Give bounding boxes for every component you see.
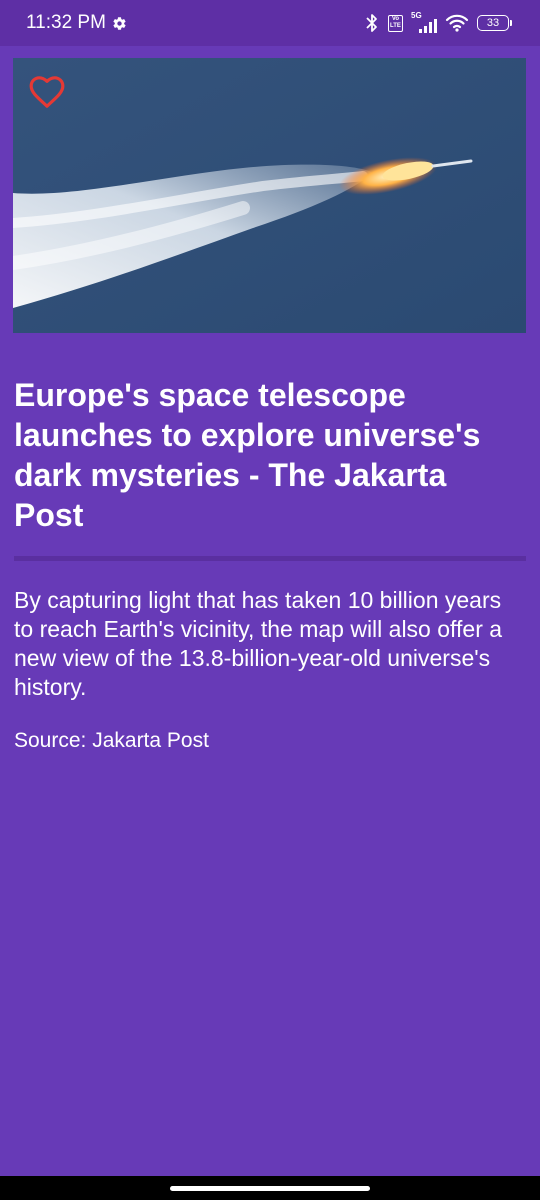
rocket-launch-image [13, 58, 526, 333]
article-title: Europe's space telescope launches to exp… [14, 377, 481, 533]
article-hero-image[interactable] [13, 58, 526, 333]
divider [14, 556, 526, 561]
status-time: 11:32 PM [26, 12, 106, 33]
gear-icon [112, 16, 127, 31]
home-gesture-handle[interactable] [170, 1186, 370, 1191]
status-right: Vo LTE 5G 33 [364, 11, 512, 33]
wifi-icon [445, 14, 469, 32]
battery-level: 33 [477, 15, 509, 31]
battery-cap [510, 20, 512, 26]
status-bar: 11:32 PM Vo LTE 5G 33 [0, 0, 540, 46]
favorite-button[interactable] [27, 72, 67, 112]
volte-label-top: Vo [391, 16, 400, 22]
bluetooth-icon [364, 13, 380, 33]
signal-strength: 5G [411, 11, 437, 33]
volte-badge: Vo LTE [388, 14, 403, 32]
volte-label-bottom: LTE [390, 23, 401, 29]
article-source: Source: Jakarta Post [14, 729, 209, 752]
signal-bars-icon [419, 19, 437, 33]
heart-outline-icon [29, 76, 65, 108]
status-left: 11:32 PM [26, 12, 127, 34]
navigation-bar [0, 1176, 540, 1200]
battery-indicator: 33 [477, 15, 512, 31]
article-description: By capturing light that has taken 10 bil… [14, 587, 503, 700]
